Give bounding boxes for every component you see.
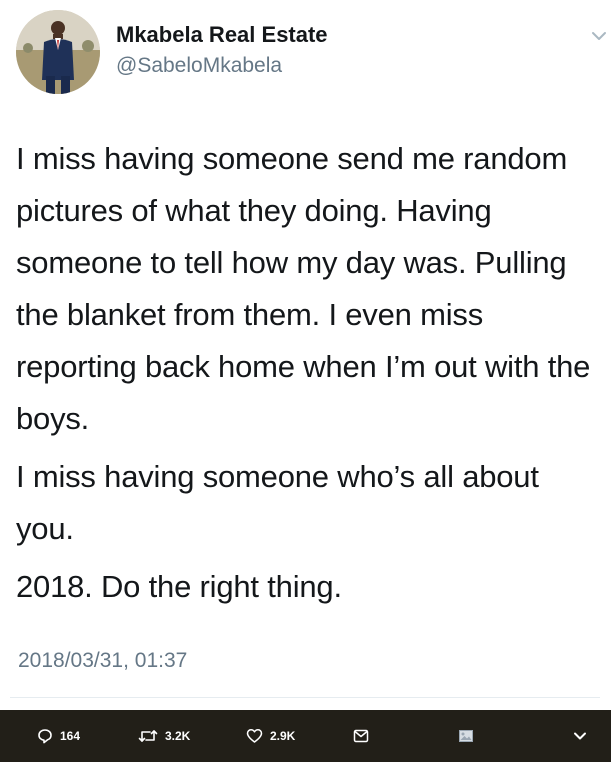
tweet-action-bar: 164 3.2K 2.9K — [0, 710, 611, 762]
tweet-card: Mkabela Real Estate @SabeloMkabela I mis… — [0, 0, 611, 706]
tweet-paragraph: I miss having someone send me random pic… — [16, 141, 591, 436]
retweet-count: 3.2K — [165, 729, 191, 743]
reply-button[interactable]: 164 — [37, 710, 80, 762]
heart-icon — [246, 729, 263, 743]
chevron-down-icon — [574, 732, 586, 740]
chevron-down-icon[interactable] — [591, 30, 607, 42]
retweet-button[interactable]: 3.2K — [138, 710, 190, 762]
retweet-icon — [138, 730, 158, 742]
message-button[interactable] — [353, 710, 369, 762]
tweet-paragraph: I miss having someone who’s all about yo… — [16, 459, 539, 546]
like-button[interactable]: 2.9K — [246, 710, 295, 762]
avatar[interactable] — [16, 10, 100, 94]
more-button[interactable] — [573, 710, 587, 762]
tweet-text: I miss having someone send me random pic… — [16, 133, 601, 619]
divider — [10, 697, 600, 698]
profile-photo — [16, 10, 100, 94]
tweet-timestamp[interactable]: 2018/03/31, 01:37 — [18, 649, 187, 673]
user-handle[interactable]: @SabeloMkabela — [116, 54, 282, 78]
reply-icon — [38, 729, 52, 744]
envelope-icon — [353, 729, 369, 743]
image-icon — [459, 730, 473, 742]
like-count: 2.9K — [270, 729, 296, 743]
tweet-paragraph: 2018. Do the right thing. — [16, 569, 342, 604]
display-name[interactable]: Mkabela Real Estate — [116, 22, 328, 48]
reply-count: 164 — [60, 729, 81, 743]
media-button[interactable] — [459, 710, 473, 762]
